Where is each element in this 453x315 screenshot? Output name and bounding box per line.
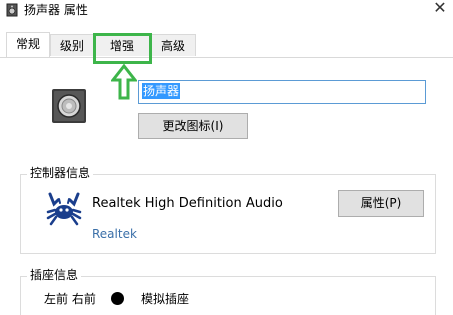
speaker-device-icon: [52, 89, 86, 123]
jack-color-dot: [111, 292, 124, 305]
device-name-input[interactable]: 扬声器: [138, 80, 426, 104]
jack-type-label: 模拟插座: [141, 292, 190, 306]
jack-position-label: 左前 右前: [44, 292, 96, 306]
properties-button[interactable]: 属性(P): [338, 190, 424, 217]
tab-highlight-box: [93, 33, 152, 64]
speaker-title-icon: [6, 3, 18, 17]
tab-advanced[interactable]: 高级: [150, 34, 196, 56]
tab-panel-border: [0, 57, 453, 58]
jack-info-title: 插座信息: [27, 268, 82, 282]
close-button[interactable]: ✕: [431, 0, 449, 18]
tab-general[interactable]: 常规: [6, 32, 50, 58]
vendor-link[interactable]: Realtek: [92, 227, 137, 241]
window-title: 扬声器 属性: [24, 3, 88, 17]
title-bar: 扬声器 属性 ✕: [0, 0, 453, 20]
speaker-properties-window: 扬声器 属性 ✕ 常规 级别 增强 高级 扬声器 更改图标(I) 控制器信息 R…: [0, 0, 453, 315]
tab-levels[interactable]: 级别: [50, 34, 94, 56]
up-arrow-icon: [111, 64, 137, 100]
controller-info-title: 控制器信息: [27, 166, 94, 180]
device-name-selected-text: 扬声器: [142, 83, 181, 99]
controller-device-name: Realtek High Definition Audio: [92, 196, 283, 211]
tab-strip: 常规 级别 增强 高级: [0, 32, 453, 58]
realtek-crab-icon: [46, 192, 82, 226]
change-icon-button[interactable]: 更改图标(I): [138, 113, 248, 139]
